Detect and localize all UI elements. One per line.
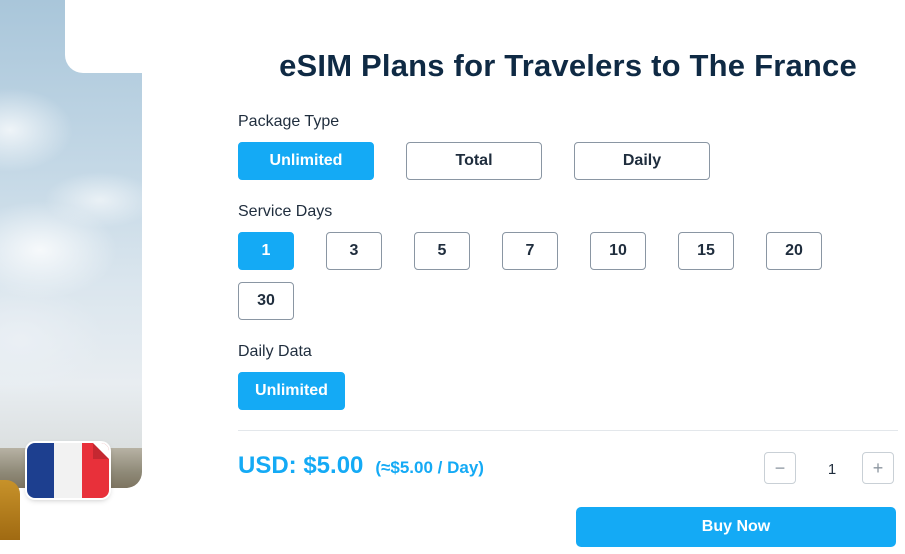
flag-fold-corner: [93, 443, 109, 459]
service-day-option[interactable]: 10: [590, 232, 646, 270]
hero-corner-cutout: [65, 0, 142, 73]
package-option-unlimited[interactable]: Unlimited: [238, 142, 374, 180]
plus-icon[interactable]: +: [862, 452, 894, 484]
flag-white-stripe: [54, 443, 82, 498]
divider: [238, 430, 898, 431]
france-flag-icon: [27, 443, 109, 498]
quantity-input[interactable]: [812, 452, 852, 486]
service-day-option[interactable]: 3: [326, 232, 382, 270]
service-day-option[interactable]: 15: [678, 232, 734, 270]
price-display: USD: $5.00 (≈$5.00 / Day): [238, 452, 484, 480]
minus-icon[interactable]: −: [764, 452, 796, 484]
daily-data-option-unlimited[interactable]: Unlimited: [238, 372, 345, 410]
flag-blue-stripe: [27, 443, 55, 498]
service-day-option[interactable]: 30: [238, 282, 294, 320]
price-total: USD: $5.00: [238, 452, 364, 479]
service-day-option[interactable]: 1: [238, 232, 294, 270]
service-day-option[interactable]: 20: [766, 232, 822, 270]
package-type-label: Package Type: [238, 113, 340, 130]
package-option-total[interactable]: Total: [406, 142, 542, 180]
package-option-daily[interactable]: Daily: [574, 142, 710, 180]
autumn-tree: [0, 480, 20, 540]
destination-hero-image: [0, 0, 142, 554]
service-day-option[interactable]: 5: [414, 232, 470, 270]
price-per-day: (≈$5.00 / Day): [375, 458, 484, 477]
buy-now-button[interactable]: Buy Now: [576, 507, 896, 547]
service-days-label: Service Days: [238, 203, 333, 220]
service-day-option[interactable]: 7: [502, 232, 558, 270]
daily-data-label: Daily Data: [238, 343, 312, 360]
page-title: eSIM Plans for Travelers to The France: [279, 48, 857, 83]
